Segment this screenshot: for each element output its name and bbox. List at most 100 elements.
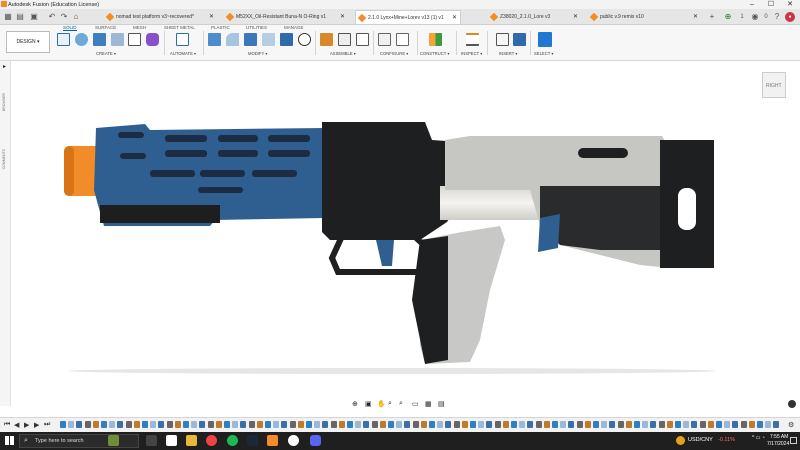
pan-icon[interactable]: ✋ bbox=[377, 400, 386, 408]
timeline-feature-icon[interactable] bbox=[707, 421, 714, 428]
timeline-feature-icon[interactable] bbox=[601, 421, 608, 428]
timeline-feature-icon[interactable] bbox=[593, 421, 599, 428]
automate-menu[interactable]: AUTOMATE ▾ bbox=[170, 51, 196, 56]
ticker-label[interactable]: USD/CNY bbox=[688, 437, 713, 443]
timeline-feature-icon[interactable] bbox=[716, 421, 722, 428]
timeline-feature-icon[interactable] bbox=[609, 421, 616, 428]
timeline-feature-icon[interactable] bbox=[166, 421, 173, 428]
configure-icon[interactable] bbox=[378, 33, 391, 46]
timeline-feature-icon[interactable] bbox=[634, 421, 640, 428]
timeline-feature-icon[interactable] bbox=[724, 421, 731, 428]
measure-icon[interactable] bbox=[466, 33, 479, 46]
timeline-feature-icon[interactable] bbox=[404, 421, 411, 428]
redo-icon[interactable]: ↷ bbox=[59, 12, 69, 22]
system-tray-icons[interactable]: ^ ▭ ◔ bbox=[752, 435, 765, 441]
timeline-forward-icon[interactable]: ▶ bbox=[34, 421, 39, 429]
design-canvas[interactable] bbox=[11, 61, 800, 406]
timeline-feature-icon[interactable] bbox=[191, 421, 198, 428]
timeline-feature-icon[interactable] bbox=[666, 421, 673, 428]
revolve-icon[interactable] bbox=[111, 33, 124, 46]
as-built-joint-icon[interactable] bbox=[356, 33, 369, 46]
timeline-feature-icon[interactable] bbox=[535, 421, 542, 428]
shell-icon[interactable] bbox=[262, 33, 275, 46]
timeline-feature-icon[interactable] bbox=[306, 421, 312, 428]
timeline-feature-icon[interactable] bbox=[675, 421, 681, 428]
orbit-icon[interactable]: ⊕ bbox=[352, 400, 358, 408]
timeline-feature-icon[interactable] bbox=[757, 421, 763, 428]
timeline-feature-icon[interactable] bbox=[379, 421, 386, 428]
timeline-feature-icon[interactable] bbox=[347, 421, 353, 428]
insert-image-icon[interactable] bbox=[496, 33, 509, 46]
job-status-icon[interactable]: ⊕ bbox=[723, 12, 733, 22]
create-sketch-icon[interactable] bbox=[75, 33, 88, 46]
tab-manage[interactable]: MANAGE bbox=[284, 25, 304, 30]
timeline-feature-icon[interactable] bbox=[478, 421, 485, 428]
timeline-feature-icon[interactable] bbox=[224, 421, 230, 428]
timeline-back-icon[interactable]: ◀ bbox=[14, 421, 19, 429]
timeline-feature-icon[interactable] bbox=[748, 421, 755, 428]
timeline-settings-icon[interactable]: ⚙ bbox=[788, 421, 794, 429]
create-menu[interactable]: CREATE ▾ bbox=[96, 51, 116, 56]
timeline-feature-icon[interactable] bbox=[453, 421, 460, 428]
timeline-feature-icon[interactable] bbox=[396, 421, 403, 428]
timeline-feature-icon[interactable] bbox=[437, 421, 444, 428]
config-table-icon[interactable] bbox=[396, 33, 409, 46]
tab-5[interactable]: public v.9 remix v10 ✕ bbox=[588, 10, 701, 24]
timeline-feature-icon[interactable] bbox=[330, 421, 337, 428]
timeline-feature-icon[interactable] bbox=[207, 421, 214, 428]
timeline-feature-icon[interactable] bbox=[445, 421, 452, 428]
notification-center-icon[interactable] bbox=[790, 437, 797, 444]
timeline-feature-icon[interactable] bbox=[232, 421, 239, 428]
grid-icon[interactable]: ▦ bbox=[3, 12, 13, 22]
timeline-feature-icon[interactable] bbox=[527, 421, 534, 428]
timeline-feature-icon[interactable] bbox=[371, 421, 378, 428]
extrude-icon[interactable] bbox=[93, 33, 106, 46]
timeline-feature-icon[interactable] bbox=[117, 421, 124, 428]
timeline-feature-icon[interactable] bbox=[740, 421, 747, 428]
timeline-feature-icon[interactable] bbox=[183, 421, 189, 428]
tab-3-active[interactable]: 2.1.0 Lynx+Mine+Lorev v13 (1) v1 ✕ bbox=[355, 10, 461, 24]
timeline-feature-icon[interactable] bbox=[683, 421, 690, 428]
timeline-feature-icon[interactable] bbox=[543, 421, 550, 428]
configure-menu[interactable]: CONFIGURE ▾ bbox=[380, 51, 408, 56]
timeline-feature-icon[interactable] bbox=[470, 421, 476, 428]
timeline-feature-icon[interactable] bbox=[511, 421, 517, 428]
tab-plastic[interactable]: PLASTIC bbox=[211, 25, 230, 30]
discord-icon[interactable] bbox=[310, 435, 321, 446]
file-icon[interactable]: ▤ bbox=[15, 12, 25, 22]
timeline-play-icon[interactable]: ▶ bbox=[24, 421, 29, 429]
move-copy-icon[interactable] bbox=[298, 33, 311, 46]
maximize-button[interactable]: ☐ bbox=[761, 0, 781, 9]
timeline-feature-icon[interactable] bbox=[68, 421, 75, 428]
chamfer-icon[interactable] bbox=[244, 33, 257, 46]
browser-label[interactable]: BROWSER bbox=[2, 93, 6, 111]
timeline-feature-icon[interactable] bbox=[199, 421, 206, 428]
inspect-menu[interactable]: INSPECT ▾ bbox=[461, 51, 482, 56]
blaster-model[interactable] bbox=[11, 61, 800, 406]
workspace-switcher[interactable]: DESIGN ▾ bbox=[6, 31, 50, 53]
minimize-button[interactable]: – bbox=[742, 0, 762, 9]
file-explorer-icon[interactable] bbox=[186, 435, 197, 446]
taskbar-search[interactable]: ⌕ Type here to search bbox=[19, 434, 139, 448]
timeline-feature-icon[interactable] bbox=[215, 421, 222, 428]
timeline-feature-icon[interactable] bbox=[289, 421, 296, 428]
steam-icon[interactable] bbox=[247, 435, 258, 446]
timeline-feature-icon[interactable] bbox=[576, 421, 583, 428]
timeline-feature-icon[interactable] bbox=[355, 421, 362, 428]
tab-mesh[interactable]: MESH bbox=[133, 25, 146, 30]
timeline-feature-icon[interactable] bbox=[150, 421, 157, 428]
timeline-feature-icon[interactable] bbox=[76, 421, 83, 428]
close-button[interactable]: ✕ bbox=[780, 0, 800, 9]
timeline-end-icon[interactable]: ⏭ bbox=[44, 421, 50, 429]
timeline-feature-icon[interactable] bbox=[101, 421, 107, 428]
tab-sheet-metal[interactable]: SHEET METAL bbox=[164, 25, 195, 30]
timeline-feature-icon[interactable] bbox=[650, 421, 657, 428]
timeline-feature-icon[interactable] bbox=[429, 421, 435, 428]
timeline-feature-icon[interactable] bbox=[363, 421, 370, 428]
sweep-icon[interactable] bbox=[128, 33, 141, 46]
modify-menu[interactable]: MODIFY ▾ bbox=[248, 51, 267, 56]
timeline-feature-icon[interactable] bbox=[502, 421, 509, 428]
help-icon[interactable]: ? bbox=[772, 12, 782, 22]
windows-start-icon[interactable] bbox=[5, 436, 14, 445]
timeline-feature-icon[interactable] bbox=[297, 421, 304, 428]
